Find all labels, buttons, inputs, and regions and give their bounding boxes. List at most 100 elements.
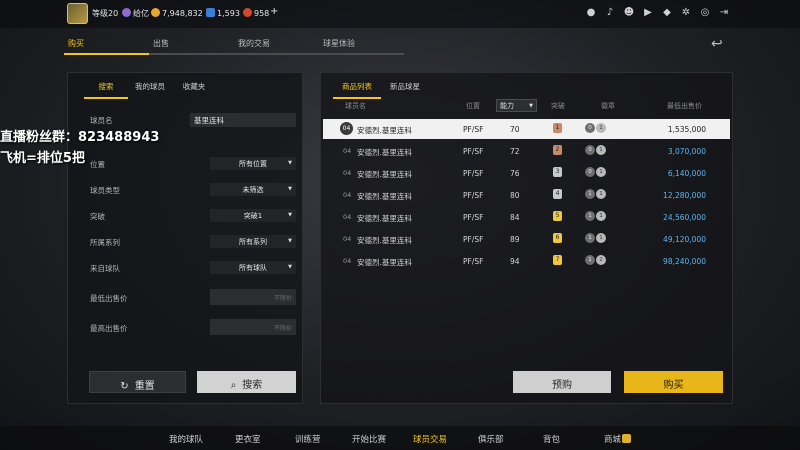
player-position: PF/SF	[463, 235, 484, 244]
row-index: 04	[343, 235, 352, 243]
col-position[interactable]: 位置	[466, 101, 480, 115]
table-row[interactable]: 04 安德烈.基里连科 PF/SF 76 3 0 1 6,140,000	[323, 163, 730, 183]
refresh-icon: ↻	[120, 381, 129, 392]
badge-icon: 0	[585, 167, 595, 177]
profile-icon[interactable]: ●	[585, 7, 597, 19]
table-row[interactable]: 04 安德烈.基里连科 PF/SF 70 1 0 1 1,535,000	[323, 119, 730, 139]
tab-new-stars[interactable]: 新品球星	[381, 81, 429, 99]
breakthrough-label: 突破	[90, 212, 105, 221]
player-type-select[interactable]: 未筛选	[210, 183, 296, 196]
gear-icon[interactable]: ✲	[680, 7, 692, 19]
video-icon[interactable]: ▶	[642, 7, 654, 19]
tab-item-list[interactable]: 商品列表	[333, 81, 381, 99]
nav-backpack[interactable]: 背包	[543, 433, 560, 445]
nav-club[interactable]: 俱乐部	[478, 433, 504, 445]
max-price-input[interactable]: 不限价	[210, 319, 296, 335]
team-label: 来自球队	[90, 264, 120, 273]
badge-icon: 1	[585, 211, 595, 221]
exit-icon[interactable]: ⇥	[718, 7, 730, 19]
tab-my-players[interactable]: 我的球员	[128, 81, 172, 99]
series-select[interactable]: 所有系列	[210, 235, 296, 248]
tab-star-trial[interactable]: 球星体验	[319, 38, 404, 55]
badge-icon: 1	[596, 233, 606, 243]
shield-icon[interactable]: ◆	[661, 7, 673, 19]
nav-start-game[interactable]: 开始比赛	[352, 433, 386, 445]
row-index: 04	[343, 213, 352, 221]
table-row[interactable]: 04 安德烈.基里连科 PF/SF 89 6 1 1 49,120,000	[323, 229, 730, 249]
badge-icon: 1	[585, 233, 595, 243]
player-position: PF/SF	[463, 125, 484, 134]
tab-search[interactable]: 搜索	[84, 81, 128, 99]
lowest-price: 1,535,000	[667, 125, 706, 134]
nav-shop[interactable]: 商城	[604, 433, 632, 445]
min-price-input[interactable]: 不限价	[210, 289, 296, 305]
tab-favorites[interactable]: 收藏夹	[172, 81, 216, 99]
col-name[interactable]: 球员名	[345, 101, 366, 115]
player-rating: 80	[510, 191, 520, 200]
sort-select[interactable]: 能力	[496, 99, 537, 112]
player-name: 安德烈.基里连科	[357, 192, 412, 201]
filter-row-position: 位置 所有位置	[90, 157, 296, 171]
badge-icon: 1	[596, 167, 606, 177]
table-row[interactable]: 04 安德烈.基里连科 PF/SF 94 7 1 2 98,240,000	[323, 251, 730, 271]
table-row[interactable]: 04 安德烈.基里连科 PF/SF 72 2 0 1 3,070,000	[323, 141, 730, 161]
table-row[interactable]: 04 安德烈.基里连科 PF/SF 84 5 1 1 24,560,000	[323, 207, 730, 227]
filter-panel: 搜索 我的球员 收藏夹 球员名 基里连科 位置 所有位置 球员类型 未筛选 突破…	[67, 72, 303, 404]
top-bar: 等级20 给亿 7,948,832 1,593 958 + ● ♪ ☻ ▶ ◆ …	[0, 0, 800, 28]
currency-name: 给亿	[122, 8, 149, 19]
col-badges[interactable]: 徽章	[601, 101, 615, 115]
badge-icon: 1	[596, 189, 606, 199]
col-breakthrough[interactable]: 突破	[551, 101, 565, 115]
row-index: 04	[340, 122, 353, 135]
coin-icon	[151, 8, 160, 17]
col-price[interactable]: 最低出售价	[667, 101, 702, 115]
player-name: 安德烈.基里连科	[357, 148, 412, 157]
breakthrough-select[interactable]: 突破1	[210, 209, 296, 222]
badge-icon: 1	[596, 123, 606, 133]
max-price-label: 最高出售价	[90, 324, 128, 333]
filter-row-type: 球员类型 未筛选	[90, 183, 296, 197]
player-name-input[interactable]: 基里连科	[190, 113, 296, 127]
avatar[interactable]	[67, 3, 88, 24]
coin-count: 7,948,832	[151, 8, 203, 18]
player-name: 安德烈.基里连科	[357, 214, 412, 223]
player-name: 安德烈.基里连科	[357, 258, 412, 267]
search-button[interactable]: ⌕ 搜索	[197, 371, 296, 393]
nav-player-trade[interactable]: 球员交易	[413, 433, 447, 445]
player-position: PF/SF	[463, 169, 484, 178]
position-select[interactable]: 所有位置	[210, 157, 296, 170]
stream-watermark-line1: 直播粉丝群：823488943	[0, 130, 160, 145]
badge-icon: 1	[585, 189, 595, 199]
market-panel: 商品列表 新品球星 球员名 位置 能力 突破 徽章 最低出售价 04安德烈.基里…	[320, 72, 733, 404]
player-name: 安德烈.基里连科	[357, 170, 412, 179]
player-position: PF/SF	[463, 191, 484, 200]
badge-icon: 1	[596, 211, 606, 221]
buy-button[interactable]: 购买	[624, 371, 723, 393]
table-row[interactable]: 04 安德烈.基里连科 PF/SF 80 4 1 1 12,280,000	[323, 185, 730, 205]
lowest-price: 12,280,000	[663, 191, 706, 200]
lowest-price: 3,070,000	[667, 147, 706, 156]
breakthrough-badge: 7	[553, 255, 562, 265]
bell-icon[interactable]: ♪	[604, 7, 616, 19]
back-icon[interactable]: ↩	[711, 36, 733, 52]
friends-icon[interactable]: ☻	[623, 7, 635, 19]
min-price-row: 最低出售价 不限价	[90, 289, 296, 307]
nav-training-camp[interactable]: 训练营	[295, 433, 321, 445]
preorder-button[interactable]: 预购	[513, 371, 611, 393]
add-currency-button[interactable]: +	[270, 6, 278, 17]
reset-button[interactable]: ↻ 重置	[89, 371, 186, 393]
headset-icon[interactable]: ◎	[699, 7, 711, 19]
player-name-row: 球员名 基里连科	[90, 113, 296, 127]
tab-buy[interactable]: 购买	[64, 38, 149, 55]
breakthrough-badge: 6	[553, 233, 562, 243]
breakthrough-badge: 2	[553, 145, 562, 155]
tab-my-trades[interactable]: 我的交易	[234, 38, 319, 55]
lowest-price: 98,240,000	[663, 257, 706, 266]
tab-sell[interactable]: 出售	[149, 38, 234, 55]
shop-icon	[622, 434, 632, 443]
player-rating: 70	[510, 125, 520, 134]
player-name: 安德烈.基里连科	[357, 236, 412, 245]
team-select[interactable]: 所有球队	[210, 261, 296, 274]
nav-my-team[interactable]: 我的球队	[169, 433, 203, 445]
nav-locker-room[interactable]: 更衣室	[235, 433, 261, 445]
